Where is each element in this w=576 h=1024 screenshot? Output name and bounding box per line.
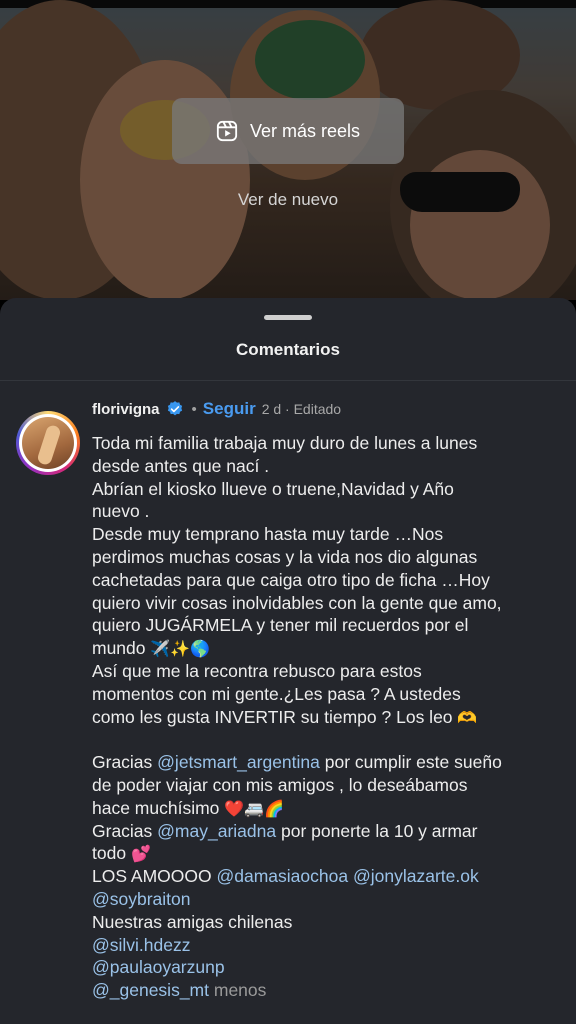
text-line: Así que me la recontra rebusco para esto… (92, 660, 422, 681)
mention-link[interactable]: @silvi.hdezz (92, 935, 191, 955)
more-reels-button[interactable]: Ver más reels (172, 98, 404, 164)
text-line: @_genesis_mt menos (92, 979, 568, 1002)
text-line: perdimos muchas cosas y la vida nos dio … (92, 546, 478, 567)
mention-link[interactable]: @jonylazarte.ok (353, 866, 479, 886)
text-line: cachetadas para que caiga otro tipo de f… (92, 569, 490, 590)
text-segment: LOS AMOOOO (92, 866, 212, 887)
heart-hands-emoji-icon: 🫶 (457, 707, 478, 727)
text-line: momentos con mi gente.¿Les pasa ? A uste… (92, 683, 461, 704)
text-line: Desde muy temprano hasta muy tarde …Nos (92, 524, 444, 545)
avatar-frame (19, 414, 77, 472)
mention-link[interactable]: @paulaoyarzunp (92, 957, 225, 977)
travel-emoji-icon: ✈️✨🌎 (150, 639, 211, 659)
reel-background: Ver más reels Ver de nuevo (0, 0, 576, 300)
username[interactable]: florivigna (92, 401, 160, 418)
text-segment: todo (92, 843, 127, 864)
show-less-button[interactable]: menos (214, 980, 267, 1000)
text-line: Toda mi familia trabaja muy duro de lune… (92, 433, 478, 453)
text-line: desde antes que nací . (92, 455, 270, 476)
divider (0, 380, 576, 381)
avatar-photo (22, 417, 74, 469)
comment-body: Toda mi familia trabaja muy duro de lune… (92, 432, 568, 1002)
comment-meta: 2 d · Editado (261, 401, 342, 417)
mention-link[interactable]: @may_ariadna (157, 821, 276, 841)
text-line: Gracias @may_ariadna por ponerte la 10 y… (92, 820, 568, 843)
comments-sheet: Comentarios florivigna • Seguir 2 d · Ed… (0, 298, 576, 1024)
text-line: mundo ✈️✨🌎 (92, 637, 568, 660)
text-line: todo 💕 (92, 842, 568, 865)
two-hearts-emoji-icon: 💕 (130, 844, 151, 864)
mention-link[interactable]: @jetsmart_argentina (157, 752, 320, 772)
text-line: de poder viajar con mis amigos , lo dese… (92, 774, 468, 795)
separator-dot: • (191, 400, 197, 418)
text-segment: mundo (92, 638, 146, 659)
mention-link[interactable]: @damasiaochoa (217, 866, 349, 886)
text-line: LOS AMOOOO @damasiaochoa @jonylazarte.ok (92, 865, 568, 888)
text-segment: por ponerte la 10 y armar (280, 820, 478, 841)
text-line: Gracias @jetsmart_argentina por cumplir … (92, 751, 568, 774)
text-line: como les gusta INVERTIR su tiempo ? Los … (92, 706, 568, 729)
text-segment: Gracias (92, 752, 153, 773)
mention-link[interactable]: @soybraiton (92, 889, 191, 909)
text-segment: hace muchísimo (92, 797, 220, 818)
text-line: @paulaoyarzunp (92, 956, 568, 979)
more-reels-label: Ver más reels (249, 120, 361, 141)
drag-handle[interactable] (264, 315, 312, 320)
mention-link[interactable]: @_genesis_mt (92, 980, 209, 1000)
text-line: quiero vivir cosas inolvidables con la g… (92, 592, 502, 613)
text-line: hace muchísimo ❤️🚐🌈 (92, 797, 568, 820)
comment-header: florivigna • Seguir 2 d · Editado (92, 398, 341, 420)
text-line: nuevo . (92, 501, 150, 522)
follow-button[interactable]: Seguir (203, 399, 256, 419)
watch-again-button[interactable]: Ver de nuevo (0, 190, 576, 210)
sheet-title: Comentarios (236, 340, 340, 359)
text-segment: Gracias (92, 820, 153, 841)
verified-badge-icon (167, 401, 182, 416)
text-line: @soybraiton (92, 888, 568, 911)
reels-icon (216, 120, 238, 142)
text-line: Nuestras amigas chilenas (92, 911, 293, 932)
text-line: @silvi.hdezz (92, 934, 568, 957)
avatar[interactable] (16, 411, 80, 475)
text-segment: como les gusta INVERTIR su tiempo ? Los … (92, 706, 453, 727)
text-line: quiero JUGÁRMELA y tener mil recuerdos p… (92, 615, 469, 636)
text-line: Abrían el kiosko llueve o truene,Navidad… (92, 478, 454, 499)
text-segment: por cumplir este sueño (324, 752, 502, 773)
heart-van-rainbow-emoji-icon: ❤️🚐🌈 (224, 798, 285, 818)
